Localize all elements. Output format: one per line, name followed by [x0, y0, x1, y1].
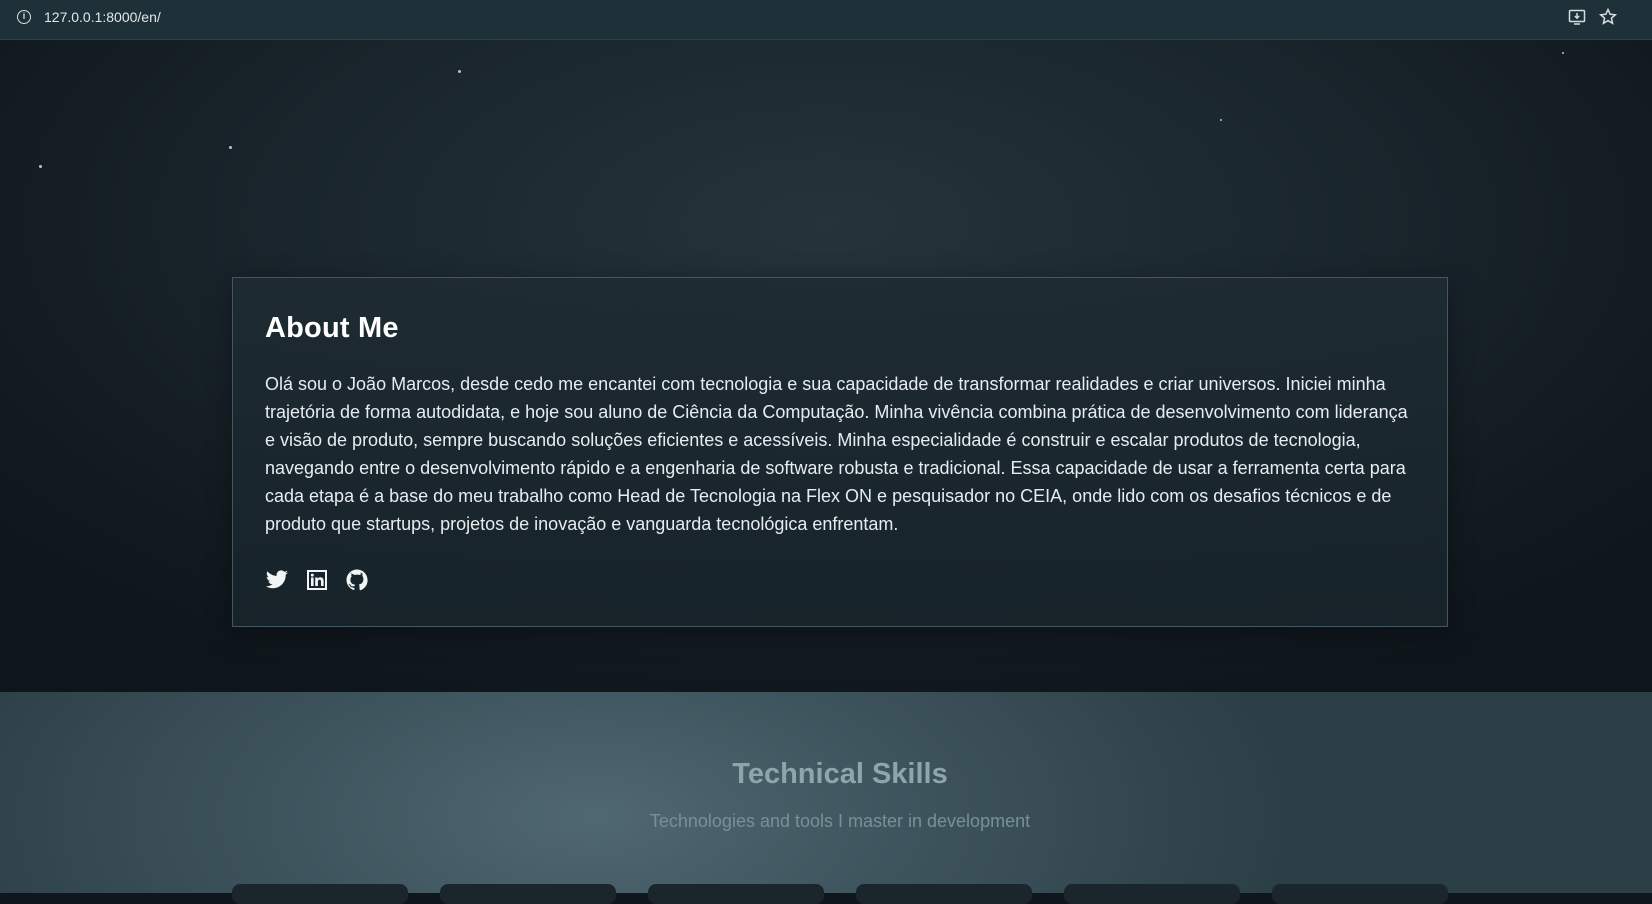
star-decoration: [458, 70, 461, 73]
twitter-icon[interactable]: [265, 568, 289, 592]
skills-title: Technical Skills: [732, 758, 948, 790]
browser-address-bar: i 127.0.0.1:8000/en/: [0, 0, 1652, 40]
star-decoration: [39, 165, 42, 168]
social-links: [265, 568, 369, 592]
skill-card[interactable]: [440, 884, 616, 904]
skill-card[interactable]: [1064, 884, 1240, 904]
star-decoration: [1220, 119, 1222, 121]
skill-card[interactable]: [856, 884, 1032, 904]
url-text[interactable]: 127.0.0.1:8000/en/: [44, 9, 161, 25]
skills-section: Technical Skills Technologies and tools …: [0, 692, 1652, 893]
star-decoration: [1562, 52, 1564, 54]
bookmark-star-icon[interactable]: [1598, 7, 1618, 27]
skill-card[interactable]: [648, 884, 824, 904]
install-app-icon[interactable]: [1567, 7, 1587, 27]
skills-subtitle: Technologies and tools I master in devel…: [649, 811, 1031, 831]
skill-card[interactable]: [232, 884, 408, 904]
star-decoration: [229, 146, 232, 149]
about-title: About Me: [265, 312, 399, 344]
about-card: About Me Olá sou o João Marcos, desde ce…: [232, 277, 1448, 627]
info-icon[interactable]: i: [17, 10, 31, 24]
skill-card[interactable]: [1272, 884, 1448, 904]
linkedin-icon[interactable]: [305, 568, 329, 592]
about-text: Olá sou o João Marcos, desde cedo me enc…: [265, 374, 1408, 534]
github-icon[interactable]: [345, 568, 369, 592]
